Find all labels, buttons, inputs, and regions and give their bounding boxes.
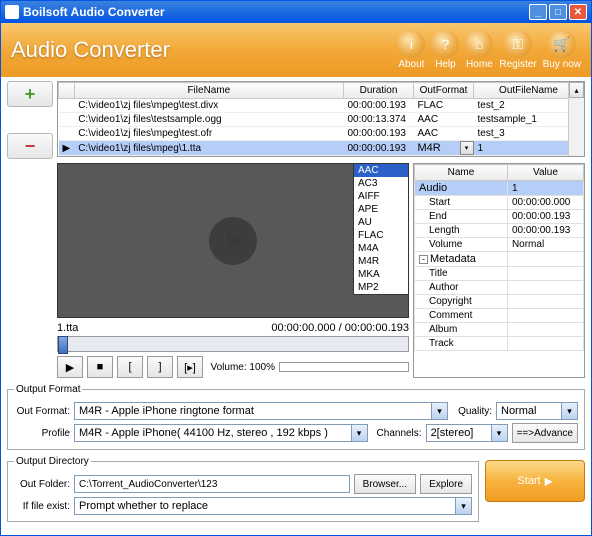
format-option[interactable]: AAC [354,164,408,177]
stop-button[interactable]: ■ [87,356,113,378]
play-button[interactable]: ▶ [57,356,83,378]
output-directory-group: Output Directory Out Folder: Browser... … [7,456,479,522]
format-option[interactable]: AU [354,216,408,229]
home-button[interactable]: ⌂Home [465,30,493,70]
advance-button[interactable]: ==>Advance [512,423,578,443]
minimize-button[interactable]: _ [529,4,547,20]
format-option[interactable]: AC3 [354,177,408,190]
format-option[interactable]: M4A [354,242,408,255]
window-title: Boilsoft Audio Converter [23,5,529,19]
play-overlay-icon[interactable] [209,217,257,265]
prop-row[interactable]: Start00:00:00.000 [415,196,584,210]
start-button[interactable]: Start [485,460,585,502]
out-format-label: Out Format: [14,406,70,417]
volume-label: Volume: 100% [211,362,276,373]
out-folder-label: Out Folder: [14,479,70,490]
browse-button[interactable]: Browser... [354,474,416,494]
scroll-up-icon[interactable]: ▴ [569,82,584,98]
explore-button[interactable]: Explore [420,474,472,494]
preview-filename: 1.tta [57,322,78,334]
col-outformat[interactable]: OutFormat [414,83,474,99]
mark-range-button[interactable]: [▸] [177,356,203,378]
titlebar: Boilsoft Audio Converter _ □ ✕ [1,1,591,23]
remove-file-button[interactable]: − [7,133,53,159]
preview-time: 00:00:00.000 / 00:00:00.193 [271,322,409,334]
header: Audio Converter iAbout ?Help ⌂Home ⚿Regi… [1,23,591,77]
quality-select[interactable]: Normal [496,402,578,420]
app-title: Audio Converter [11,37,397,63]
format-option[interactable]: MKA [354,268,408,281]
mark-in-button[interactable]: [ [117,356,143,378]
table-row[interactable]: C:\video1\zj files\mpeg\test.divx00:00:0… [59,99,584,113]
profile-select[interactable]: M4R - Apple iPhone( 44100 Hz, stereo , 1… [74,424,368,442]
seek-slider[interactable] [57,336,409,352]
key-icon: ⚿ [504,30,532,58]
format-dropdown-arrow[interactable]: ▾ [460,141,474,155]
close-button[interactable]: ✕ [569,4,587,20]
file-exist-label: If file exist: [14,501,70,512]
profile-label: Profile [14,428,70,439]
prop-row[interactable]: Length00:00:00.193 [415,224,584,238]
help-button[interactable]: ?Help [431,30,459,70]
prop-row[interactable]: VolumeNormal [415,238,584,252]
app-icon [5,5,19,19]
table-row[interactable]: C:\video1\zj files\testsample.ogg00:00:1… [59,113,584,127]
output-format-group: Output Format Out Format: M4R - Apple iP… [7,384,585,450]
prop-row[interactable]: Author [415,281,584,295]
file-exist-select[interactable]: Prompt whether to replace [74,497,472,515]
register-button[interactable]: ⚿Register [499,30,536,70]
format-option[interactable]: AIFF [354,190,408,203]
help-icon: ? [431,30,459,58]
format-option[interactable]: FLAC [354,229,408,242]
volume-slider[interactable] [279,362,409,372]
prop-row[interactable]: Comment [415,309,584,323]
prop-row[interactable]: Title [415,267,584,281]
cart-icon: 🛒 [548,30,576,58]
prop-row[interactable]: Copyright [415,295,584,309]
prop-row[interactable]: End00:00:00.193 [415,210,584,224]
col-outfilename[interactable]: OutFileName [474,83,584,99]
format-dropdown-list[interactable]: AAC AC3 AIFF APE AU FLAC M4A M4R MKA MP2 [353,163,409,295]
seek-thumb[interactable] [58,336,68,354]
format-option[interactable]: M4R [354,255,408,268]
collapse-icon[interactable]: - [419,255,428,264]
app-window: Boilsoft Audio Converter _ □ ✕ Audio Con… [0,0,592,536]
prop-row[interactable]: -Metadata [415,252,584,267]
table-scrollbar[interactable]: ▴ [568,82,584,156]
add-file-button[interactable]: + [7,81,53,107]
mark-out-button[interactable]: ] [147,356,173,378]
prop-row[interactable]: Track [415,337,584,351]
col-name[interactable]: Name [415,165,508,181]
file-table[interactable]: FileName Duration OutFormat OutFileName … [57,81,585,157]
out-folder-input[interactable] [74,475,350,493]
about-button[interactable]: iAbout [397,30,425,70]
channels-label: Channels: [372,428,422,439]
properties-panel: NameValue Audio1 Start00:00:00.000 End00… [413,163,585,378]
info-icon: i [397,30,425,58]
buy-button[interactable]: 🛒Buy now [543,30,581,70]
prop-row[interactable]: Audio1 [415,181,584,196]
home-icon: ⌂ [465,30,493,58]
maximize-button[interactable]: □ [549,4,567,20]
col-duration[interactable]: Duration [344,83,414,99]
col-value[interactable]: Value [507,165,583,181]
col-filename[interactable]: FileName [74,83,343,99]
channels-select[interactable]: 2[stereo] [426,424,508,442]
format-option[interactable]: APE [354,203,408,216]
format-option[interactable]: MP2 [354,281,408,294]
prop-row[interactable]: Album [415,323,584,337]
table-row-selected[interactable]: ▶C:\video1\zj files\mpeg\1.tta00:00:00.1… [59,141,584,156]
table-row[interactable]: C:\video1\zj files\mpeg\test.ofr00:00:00… [59,127,584,141]
out-format-select[interactable]: M4R - Apple iPhone ringtone format [74,402,448,420]
quality-label: Quality: [452,406,492,417]
